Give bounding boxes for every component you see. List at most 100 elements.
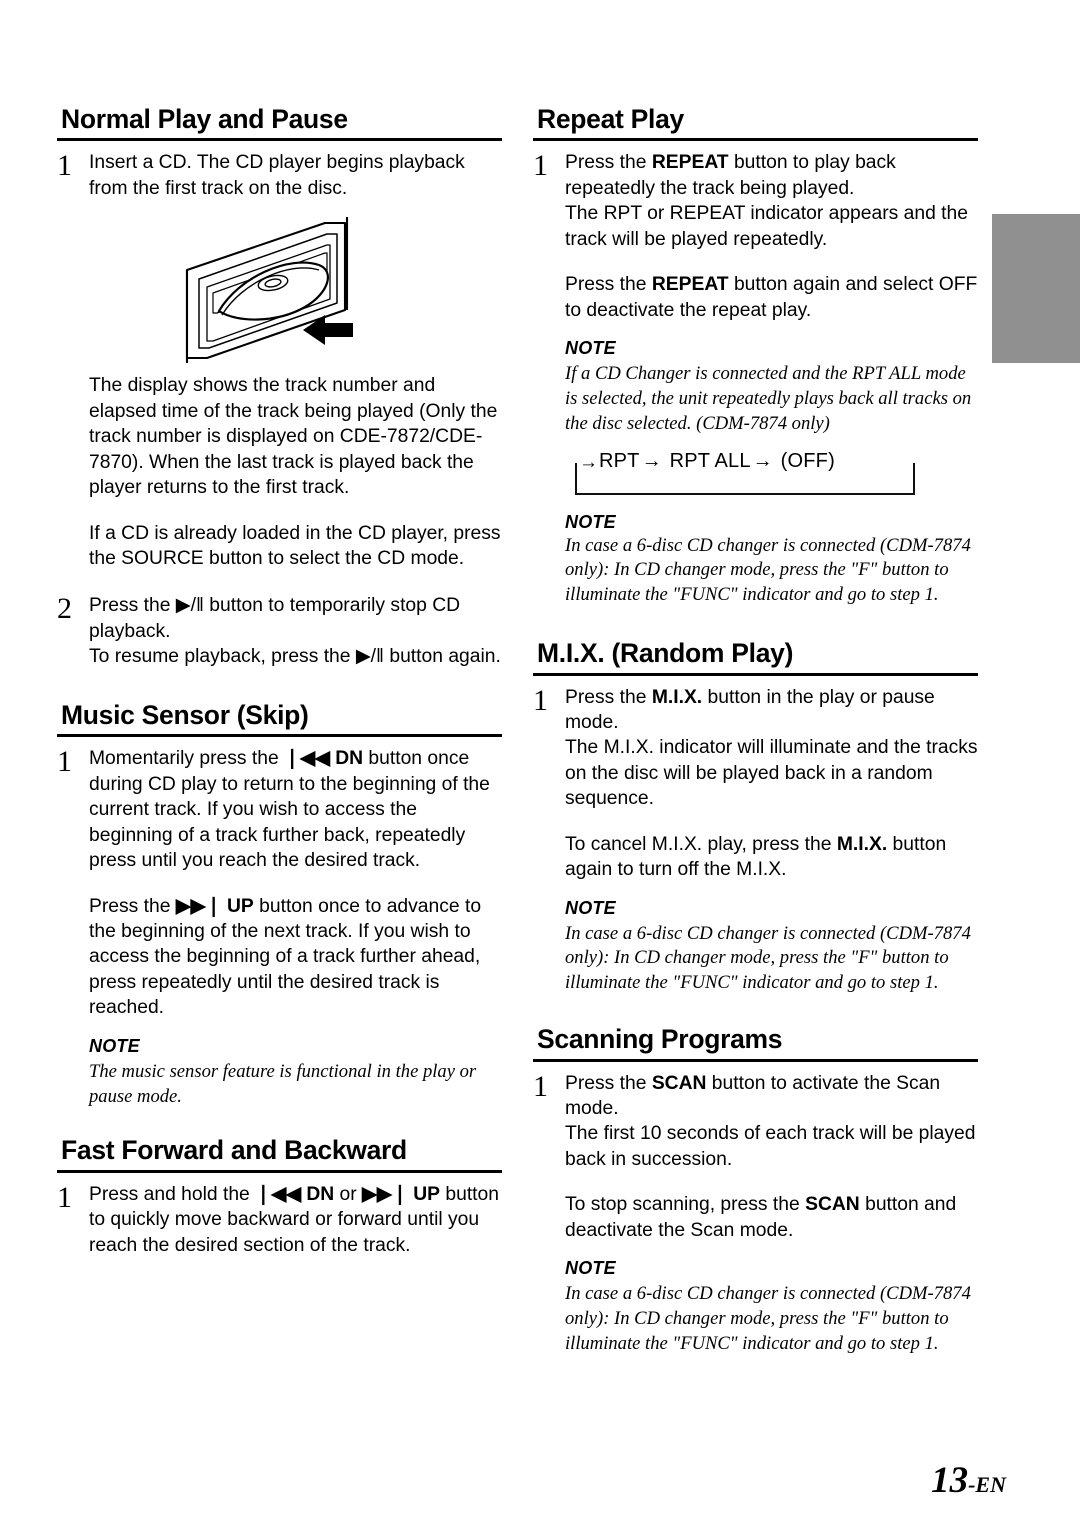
step-number-spacer (57, 373, 89, 374)
section-title: Music Sensor (Skip) (61, 699, 309, 730)
paragraph: The first 10 seconds of each track will … (565, 1123, 976, 1170)
page-number-suffix: -EN (968, 1472, 1006, 1497)
note-label: NOTE (565, 1258, 616, 1279)
section-normal-play-and-pause: Normal Play and Pause 1 Insert a CD. The… (57, 104, 502, 670)
paragraph: The RPT or REPEAT indicator appears and … (565, 203, 968, 250)
step-item: 1 Press the SCAN button to activate the … (533, 1071, 978, 1357)
button-name-repeat: REPEAT (651, 152, 729, 174)
step-text: Press and hold the ❘◀◀ DN or ▶▶❘ UP butt… (89, 1182, 502, 1258)
section-repeat-play: Repeat Play 1 Press the REPEAT button to… (533, 104, 978, 608)
step-item: 1 Press and hold the ❘◀◀ DN or ▶▶❘ UP bu… (57, 1182, 502, 1258)
step-item: 2 Press the ▶/‖ button to temporarily st… (57, 593, 502, 669)
step-number: 1 (57, 149, 72, 183)
button-name-up: ▶▶❘ UP (362, 1183, 441, 1205)
note-text: In case a 6-disc CD changer is connected… (565, 1283, 971, 1354)
text-fragment: Press the (89, 895, 176, 917)
note-block: NOTE The music sensor feature is functio… (89, 1035, 502, 1110)
section-title: Fast Forward and Backward (61, 1135, 407, 1166)
button-name-dn: ❘◀◀ DN (284, 748, 364, 770)
text-fragment: Press the (565, 152, 652, 174)
title-rule (533, 138, 978, 142)
text-fragment: Momentarily press the (89, 748, 285, 770)
button-name-dn: ❘◀◀ DN (255, 1183, 335, 1205)
step-continuation: The display shows the track number and e… (57, 373, 502, 571)
paragraph: Insert a CD. The CD player begins playba… (89, 152, 465, 199)
paragraph: If a CD is already loaded in the CD play… (89, 522, 501, 570)
page-number: 13-EN (931, 1459, 1006, 1502)
step-number: 1 (533, 149, 548, 183)
paragraph: The display shows the track number and e… (89, 375, 498, 499)
manual-page: Normal Play and Pause 1 Insert a CD. The… (0, 0, 1080, 1526)
text-fragment: Press the (565, 686, 652, 708)
note-text: In case a 6-disc CD changer is connected… (565, 534, 971, 606)
paragraph: Press the REPEAT button to play back rep… (565, 150, 978, 201)
paragraph: Press the M.I.X. button in the play or p… (565, 685, 978, 736)
section-title: M.I.X. (Random Play) (537, 638, 794, 669)
text-fragment: Press the (565, 1072, 652, 1094)
paragraph: Momentarily press the ❘◀◀ DN button once… (89, 746, 502, 873)
step-item: 1 Insert a CD. The CD player begins play… (57, 150, 502, 201)
cd-insert-illustration (177, 215, 517, 365)
step-number: 2 (57, 592, 72, 626)
title-rule (57, 138, 502, 142)
note-text: The music sensor feature is functional i… (89, 1060, 477, 1107)
note-block: NOTE In case a 6-disc CD changer is conn… (565, 1257, 978, 1356)
step-text: The display shows the track number and e… (89, 373, 502, 571)
text-fragment: To stop scanning, press the (565, 1194, 806, 1216)
cycle-item-rpt-all: RPT ALL (669, 449, 751, 472)
arrow-icon: → (641, 449, 662, 472)
edge-thumb-tab (992, 214, 1080, 363)
paragraph: Press the SCAN button to activate the Sc… (565, 1071, 978, 1122)
button-name-scan: SCAN (651, 1072, 707, 1094)
note-text: In case a 6-disc CD changer is connected… (565, 922, 971, 994)
note-block: NOTE In case a 6-disc CD changer is conn… (565, 897, 978, 996)
step-number: 1 (57, 745, 72, 779)
step-number: 1 (533, 1069, 548, 1103)
title-rule (57, 1169, 502, 1173)
section-title: Repeat Play (537, 104, 684, 134)
section-title: Scanning Programs (537, 1024, 783, 1055)
note-label: NOTE (565, 338, 616, 359)
note-label: NOTE (565, 897, 616, 918)
text-fragment: Press the (565, 274, 652, 296)
note-text: If a CD Changer is connected and the RPT… (565, 362, 972, 434)
step-number: 1 (57, 1180, 72, 1214)
button-name-scan: SCAN (805, 1194, 860, 1216)
paragraph: To cancel M.I.X. play, press the M.I.X. … (565, 832, 978, 883)
section-title: Normal Play and Pause (61, 104, 348, 134)
step-text: Press the SCAN button to activate the Sc… (565, 1071, 978, 1357)
section-mix-random-play: M.I.X. (Random Play) 1 Press the M.I.X. … (533, 638, 978, 996)
title-rule (533, 672, 978, 676)
step-text: Insert a CD. The CD player begins playba… (89, 150, 502, 201)
paragraph: To stop scanning, press the SCAN button … (565, 1192, 978, 1243)
step-text: Press the REPEAT button to play back rep… (565, 150, 978, 436)
step-text: Press the ▶/‖ button to temporarily stop… (89, 593, 502, 669)
button-name-repeat: REPEAT (651, 274, 729, 296)
step-text: Momentarily press the ❘◀◀ DN button once… (89, 746, 502, 1109)
button-name-up: ▶▶❘ UP (175, 895, 254, 917)
step-number: 1 (533, 683, 548, 717)
button-name-mix: M.I.X. (836, 833, 888, 855)
text-fragment: To cancel M.I.X. play, press the (565, 833, 837, 855)
step-item: 1 Press the REPEAT button to play back r… (533, 150, 978, 436)
step-item: 1 Press the M.I.X. button in the play or… (533, 685, 978, 997)
step-text: Press the M.I.X. button in the play or p… (565, 685, 978, 997)
note-label: NOTE (565, 511, 616, 532)
cycle-entry-arrow-icon: → (579, 451, 598, 473)
paragraph: Press the ▶▶❘ UP button once to advance … (89, 894, 502, 1021)
note-block: NOTE In case a 6-disc CD changer is conn… (565, 512, 978, 609)
arrow-icon: → (752, 449, 773, 472)
section-fast-forward-and-backward: Fast Forward and Backward 1 Press and ho… (57, 1135, 502, 1258)
note-block: NOTE If a CD Changer is connected and th… (565, 337, 978, 436)
right-column: Repeat Play 1 Press the REPEAT button to… (533, 104, 978, 1383)
text-fragment: Press and hold the (89, 1183, 256, 1205)
repeat-mode-cycle-diagram: → RPT → RPT ALL → (OFF) (567, 450, 915, 498)
paragraph: To resume playback, press the ▶/‖ button… (89, 646, 501, 668)
page-number-value: 13 (931, 1460, 969, 1501)
paragraph: The M.I.X. indicator will illuminate and… (565, 737, 978, 810)
section-scanning-programs: Scanning Programs 1 Press the SCAN butto… (533, 1024, 978, 1357)
paragraph: Press and hold the ❘◀◀ DN or ▶▶❘ UP butt… (89, 1182, 502, 1258)
title-rule (533, 1058, 978, 1062)
note-label: NOTE (89, 1035, 140, 1056)
button-name-mix: M.I.X. (651, 686, 703, 708)
